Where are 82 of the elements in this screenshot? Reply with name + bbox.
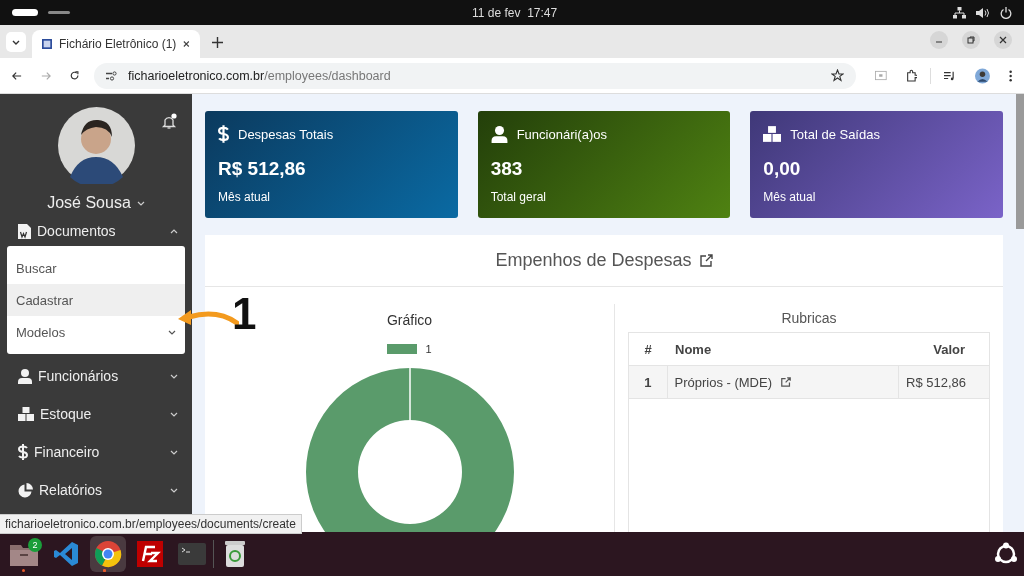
person-icon — [490, 125, 508, 143]
volume-icon[interactable] — [976, 6, 990, 19]
ftp-client-icon — [137, 541, 163, 567]
user-avatar[interactable] — [57, 107, 135, 184]
legend-label: 1 — [425, 343, 432, 355]
chart-title: Gráfico — [386, 312, 433, 328]
sidebar-item[interactable]: Relatórios — [0, 471, 192, 509]
dollar-icon — [218, 125, 229, 143]
browser-tab[interactable]: Fichário Eletrônico (1) — [32, 30, 200, 58]
column-header: Nome — [667, 333, 899, 366]
terminal-icon — [178, 543, 206, 565]
close-button[interactable] — [994, 31, 1012, 49]
minimize-button[interactable] — [930, 31, 948, 49]
caret-icon — [136, 200, 145, 206]
activities-icon[interactable] — [12, 9, 38, 16]
folder-icon — [10, 542, 38, 566]
user-name[interactable]: José Sousa — [47, 194, 145, 212]
clock[interactable]: 11 de fev 17:47 — [472, 5, 558, 20]
network-icon[interactable] — [953, 6, 966, 19]
submenu-item[interactable]: Modelos — [7, 316, 185, 348]
dock-app[interactable]: 2 — [6, 536, 42, 572]
restore-icon — [967, 36, 975, 44]
menu-icon[interactable] — [1008, 68, 1012, 83]
sidebar-item[interactable]: Financeiro — [0, 433, 192, 471]
boxes-icon — [763, 126, 782, 142]
table-cell: R$ 512,86 — [898, 365, 989, 399]
close-icon[interactable] — [183, 40, 190, 48]
person-icon — [18, 368, 32, 384]
table-title: Rubricas — [780, 309, 838, 326]
trash-icon — [225, 541, 245, 567]
card-value: 0,00 — [763, 158, 802, 180]
dock-app[interactable] — [90, 536, 126, 572]
external-link-icon[interactable] — [699, 254, 713, 267]
card-value: 383 — [490, 158, 524, 180]
dollar-icon — [18, 444, 28, 460]
media-icon[interactable] — [944, 69, 956, 82]
document-icon — [18, 223, 31, 239]
card-caption: Total geral — [490, 190, 548, 204]
site-settings-icon[interactable] — [106, 70, 119, 81]
card-title: Funcionári(a)os — [516, 126, 607, 142]
table-cell: Próprios - (MDE) — [667, 365, 899, 399]
scrollbar-thumb[interactable] — [1016, 94, 1024, 229]
tab-title: Fichário Eletrônico (1) — [58, 37, 177, 51]
new-tab-icon[interactable] — [212, 37, 223, 48]
pie-chart-icon — [18, 482, 33, 498]
card-title: Despesas Totais — [238, 126, 334, 142]
column-header: # — [629, 333, 667, 366]
app-launcher-icon[interactable] — [994, 542, 1018, 566]
extensions-icon[interactable] — [905, 68, 918, 83]
card-value: R$ 512,86 — [218, 158, 307, 180]
sidebar-item[interactable]: Estoque — [0, 395, 192, 433]
power-icon[interactable] — [1000, 6, 1012, 19]
notification-bell-icon[interactable] — [161, 113, 178, 130]
table-cell: 1 — [629, 365, 667, 399]
annotation-label: 1 — [232, 292, 257, 336]
panel-title: Empenhos de Despesas — [495, 250, 692, 271]
profile-avatar-icon[interactable] — [974, 66, 990, 85]
caret-icon — [12, 39, 20, 45]
address-field[interactable]: ficharioeletronico.com.br/employees/dashboard — [94, 62, 857, 89]
bookmark-star-icon[interactable] — [831, 69, 845, 82]
browser-icon — [94, 540, 122, 568]
back-icon[interactable] — [12, 70, 22, 81]
notification-badge: 2 — [28, 538, 42, 552]
close-icon — [999, 36, 1007, 44]
code-editor-icon — [53, 541, 79, 567]
card-title: Total de Saídas — [790, 126, 880, 142]
reload-icon[interactable] — [69, 70, 80, 81]
card-caption: Mês atual — [218, 190, 272, 204]
tab-search-button[interactable] — [6, 32, 26, 52]
column-header: Valor — [898, 333, 989, 366]
status-url: ficharioeletronico.com.br/employees/documents/create — [0, 514, 302, 534]
restore-button[interactable] — [962, 31, 980, 49]
card-caption: Mês atual — [763, 190, 817, 204]
sidebar-item[interactable]: Funcionários — [0, 357, 192, 395]
boxes-icon — [18, 407, 34, 421]
submenu-item[interactable]: Cadastrar — [7, 284, 185, 316]
sidebar-item[interactable]: Documentos — [0, 212, 192, 250]
favicon-icon — [42, 38, 52, 50]
chevron-icon — [168, 329, 176, 335]
submenu-item[interactable]: Buscar — [7, 252, 185, 284]
external-link-icon[interactable] — [781, 376, 791, 387]
legend-swatch[interactable] — [387, 344, 418, 354]
